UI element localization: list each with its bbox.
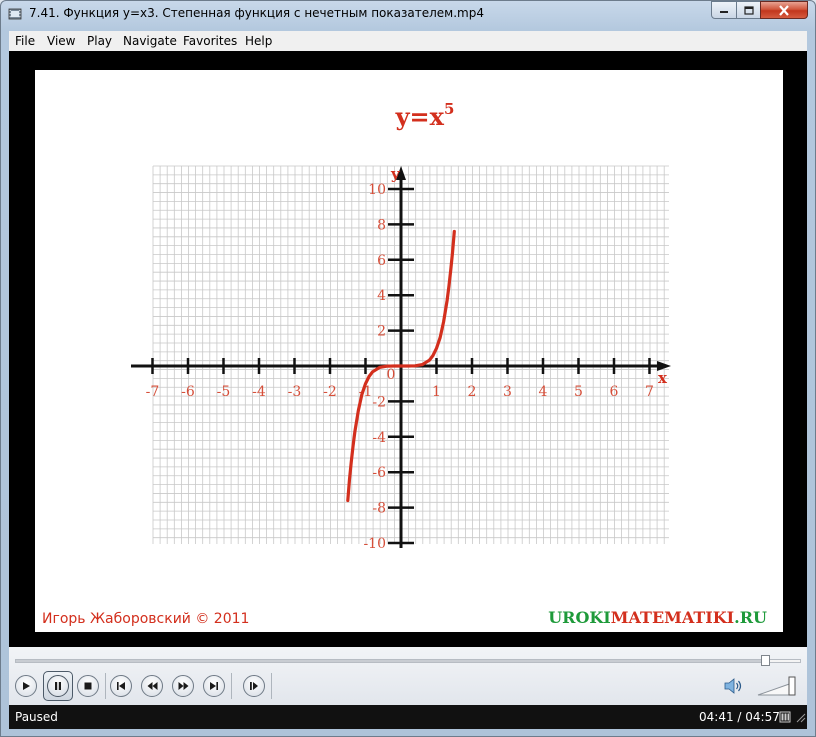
separator [271, 673, 272, 699]
y-tick-label: 2 [377, 324, 386, 340]
x-tick-label: 5 [574, 384, 583, 400]
y-axis-label: y [390, 165, 401, 183]
x-axis-label: x [658, 369, 668, 387]
pause-button-face [47, 675, 69, 697]
x-tick-label: -6 [181, 384, 195, 400]
x-tick-label: 4 [539, 384, 548, 400]
seek-thumb[interactable] [760, 655, 770, 666]
playback-controls [9, 647, 807, 705]
site-logo: UROKIMATEMATIKI.RU [548, 608, 767, 627]
menu-bar: File View Play Navigate Favorites Help [9, 31, 807, 51]
status-bar: Paused 04:41 / 04:57 [9, 705, 807, 729]
maximize-button[interactable] [736, 1, 761, 19]
video-frame: -7 -6 -5 -4 -3 -2 -1 1 2 3 4 5 6 7 -10 -8 -6 -4 -2 2 4 6 8 10 0 … [35, 70, 783, 632]
minimize-button[interactable] [711, 1, 737, 19]
menu-file[interactable]: File [15, 34, 35, 48]
menu-view[interactable]: View [47, 34, 75, 48]
site-logo-part2: MATEMATIKI [611, 608, 734, 627]
skip-back-button[interactable] [110, 675, 132, 697]
x-tick-label: -3 [288, 384, 302, 400]
x-tick-label: -7 [146, 384, 160, 400]
stop-icon [84, 682, 92, 690]
x-tick-label: -4 [252, 384, 266, 400]
site-logo-part1: UROKI [548, 608, 611, 627]
title-bar[interactable]: 7.41. Функция y=x3. Степенная функция с … [1, 1, 815, 29]
seek-progress [16, 660, 765, 662]
step-frame-icon [250, 682, 258, 690]
y-tick-label: 10 [368, 182, 386, 198]
close-button[interactable] [760, 1, 808, 19]
x-tick-label: 1 [432, 384, 441, 400]
step-frame-button[interactable] [243, 675, 265, 697]
seek-bar[interactable] [15, 655, 801, 666]
skip-back-icon [117, 682, 125, 690]
window-title: 7.41. Функция y=x3. Степенная функция с … [29, 6, 484, 20]
origin-label: 0 [387, 367, 396, 383]
y-tick-label: 4 [377, 288, 386, 304]
y-tick-label: -10 [363, 536, 386, 552]
media-player-window: 7.41. Функция y=x3. Степенная функция с … [0, 0, 816, 737]
author-credit: Игорь Жаборовский © 2011 [42, 611, 249, 627]
separator [231, 673, 232, 699]
x-tick-label: 7 [645, 384, 654, 400]
speaker-icon[interactable] [723, 677, 745, 695]
function-graph: -7 -6 -5 -4 -3 -2 -1 1 2 3 4 5 6 7-10-8-6-4-22468100 … [42, 100, 767, 627]
fast-forward-button[interactable] [172, 675, 194, 697]
rewind-button[interactable] [141, 675, 163, 697]
elapsed-total-time: 04:41 / 04:57 [699, 710, 780, 724]
film-icon [8, 8, 22, 20]
x-tick-label: -5 [217, 384, 231, 400]
skip-forward-icon [210, 682, 218, 690]
menu-navigate[interactable]: Navigate [123, 34, 177, 48]
pause-button[interactable] [43, 671, 73, 701]
stop-button[interactable] [77, 675, 99, 697]
x-tick-label: -2 [323, 384, 337, 400]
y-tick-label: -6 [372, 465, 386, 481]
menu-help[interactable]: Help [245, 34, 272, 48]
y-tick-label: -2 [372, 394, 386, 410]
separator [105, 673, 106, 699]
playback-status: Paused [15, 710, 58, 724]
x-tick-label: 6 [610, 384, 619, 400]
graph-title: y=x5 [395, 100, 455, 131]
video-area[interactable]: -7 -6 -5 -4 -3 -2 -1 1 2 3 4 5 6 7 -10 -8 -6 -4 -2 2 4 6 8 10 0 … [9, 51, 807, 647]
minimize-icon [720, 11, 728, 13]
menu-favorites[interactable]: Favorites [183, 34, 237, 48]
volume-thumb[interactable] [788, 676, 796, 696]
y-tick-label: -8 [372, 501, 386, 517]
graph-title-exponent: 5 [444, 100, 454, 118]
y-tick-label: 6 [377, 253, 386, 269]
y-tick-label: 8 [377, 217, 386, 233]
pause-icon [55, 682, 61, 690]
switch-to-library-icon[interactable] [779, 711, 791, 723]
skip-forward-button[interactable] [203, 675, 225, 697]
x-tick-label: 2 [468, 384, 477, 400]
maximize-icon [743, 5, 754, 15]
fast-forward-icon [178, 682, 188, 690]
graph-title-base: y=x [395, 102, 445, 131]
rewind-icon [147, 682, 157, 690]
play-button[interactable] [15, 675, 37, 697]
close-icon [779, 4, 789, 16]
site-logo-part3: .RU [734, 608, 767, 627]
x-tick-label: 3 [503, 384, 512, 400]
y-tick-label: -4 [372, 430, 386, 446]
volume-slider[interactable] [757, 675, 803, 697]
play-icon [23, 682, 30, 690]
menu-play[interactable]: Play [87, 34, 112, 48]
resize-grip-icon[interactable] [794, 711, 806, 723]
